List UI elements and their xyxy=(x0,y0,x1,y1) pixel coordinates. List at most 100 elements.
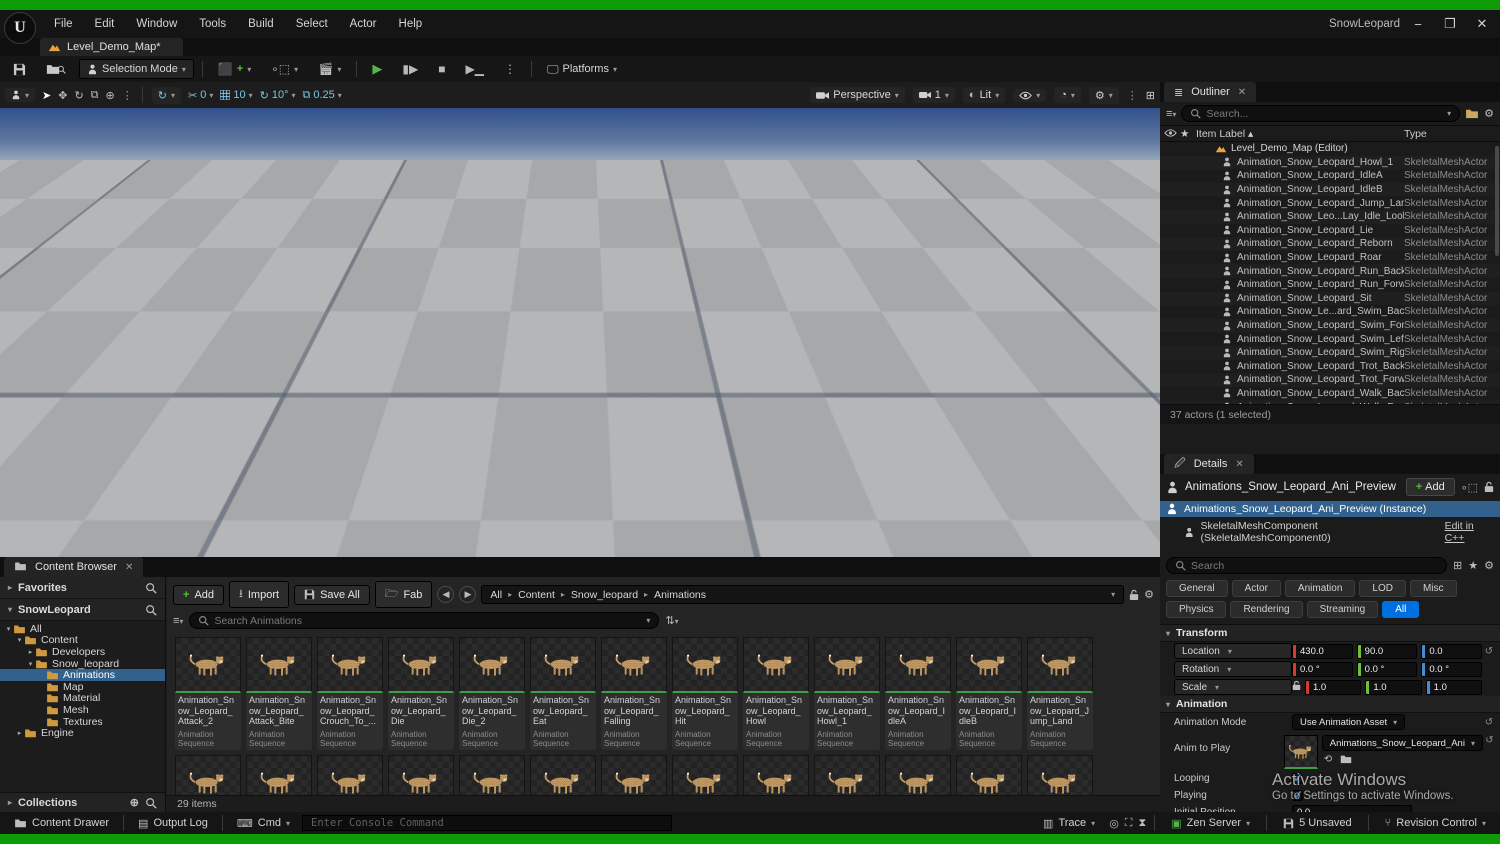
outliner-row[interactable]: Animation_Snow_Leopard_IdleBSkeletalMesh… xyxy=(1160,183,1500,197)
project-search-icon[interactable] xyxy=(145,604,157,616)
save-current-level-button[interactable] xyxy=(6,60,33,79)
console-command-input[interactable]: Enter Console Command xyxy=(302,815,672,831)
folder-developers[interactable]: ▸Developers xyxy=(0,646,165,658)
cb-add-button[interactable]: +Add xyxy=(173,585,224,605)
outliner-row[interactable]: Animation_Snow_Leopard_Swim_LeftSkeletal… xyxy=(1160,332,1500,346)
leopard-actor[interactable] xyxy=(160,266,237,314)
stop-button[interactable]: ■ xyxy=(431,59,452,79)
outliner-row[interactable]: Animation_Snow_Leopard_Howl_1SkeletalMes… xyxy=(1160,156,1500,170)
menu-build[interactable]: Build xyxy=(238,15,284,33)
content-browser-tab[interactable]: Content Browser ✕ xyxy=(4,557,143,577)
asset-tile[interactable]: Animation_Snow_Leopard_HowlAnimation Seq… xyxy=(743,637,809,750)
leopard-actor[interactable] xyxy=(845,212,901,247)
details-tab[interactable]: 🖉 Details ✕ xyxy=(1164,454,1254,474)
rotation-axis-field[interactable]: 0.0 ° xyxy=(1357,662,1418,677)
grid-snap-dropdown[interactable]: 10▾ xyxy=(220,89,252,101)
details-search-input[interactable]: Search xyxy=(1166,557,1447,574)
menu-tools[interactable]: Tools xyxy=(189,15,236,33)
content-browser-icon[interactable] xyxy=(39,60,73,78)
rotation-axis-field[interactable]: 0.0 ° xyxy=(1421,662,1482,677)
details-filter-lod[interactable]: LOD xyxy=(1359,580,1406,597)
details-settings-icon[interactable]: ⚙ xyxy=(1484,559,1494,572)
rotation-axis-field[interactable]: 0.0 ° xyxy=(1292,662,1353,677)
outliner-row[interactable]: Animation_Snow_Leopard_LieSkeletalMeshAc… xyxy=(1160,224,1500,238)
outliner-row[interactable]: Animation_Snow_Leopard_Run_BackwardSkele… xyxy=(1160,264,1500,278)
leopard-actor[interactable] xyxy=(520,166,564,195)
play-frame-skip-button[interactable]: ▮▶ xyxy=(395,59,425,79)
details-favorites-icon[interactable]: ★ xyxy=(1468,559,1478,572)
rotation-dropdown[interactable]: Rotation▾ xyxy=(1174,661,1292,677)
outliner-row[interactable]: Animation_Snow_Le...ard_Swim_BackwardSke… xyxy=(1160,305,1500,319)
favorites-search-icon[interactable] xyxy=(145,582,157,594)
cinematics-button[interactable]: 🎬︎▾ xyxy=(311,59,348,79)
outliner-close-icon[interactable]: ✕ xyxy=(1238,87,1246,98)
transform-reset-icon[interactable]: ↺ xyxy=(1482,646,1496,657)
leopard-actor[interactable] xyxy=(335,182,383,213)
breadcrumb-animations[interactable]: Animations xyxy=(654,589,706,601)
outliner-tab[interactable]: ≣ Outliner ✕ xyxy=(1164,82,1256,102)
screenshot-icon[interactable]: ⛶ xyxy=(1125,817,1133,830)
folder-engine[interactable]: ▸Engine xyxy=(0,727,165,739)
cb-filter-icon[interactable]: ≡▾ xyxy=(173,615,183,627)
initial-position-field[interactable]: 0.0 xyxy=(1292,805,1412,812)
blueprints-button[interactable]: ∘⬚▾ xyxy=(264,59,305,79)
folder-content[interactable]: ▾Content xyxy=(0,635,165,647)
view-mode-dropdown[interactable]: ◐Lit▾ xyxy=(963,87,1005,103)
outliner-row[interactable]: Animation_Snow_Leopard_RoarSkeletalMeshA… xyxy=(1160,251,1500,265)
outliner-row[interactable]: Animation_Snow_Leopard_Walk_ForwardSkele… xyxy=(1160,400,1500,404)
add-component-button[interactable]: +Add xyxy=(1406,478,1455,496)
unsaved-button[interactable]: 5 Unsaved xyxy=(1275,815,1360,831)
level-viewport[interactable]: Z Y X xyxy=(0,108,1160,557)
content-browser-close-icon[interactable]: ✕ xyxy=(125,562,133,573)
details-filter-misc[interactable]: Misc xyxy=(1410,580,1457,597)
rotate-tool[interactable]: ↻ xyxy=(74,89,83,102)
perspective-dropdown[interactable]: Perspective▾ xyxy=(810,87,905,103)
outliner-new-folder-icon[interactable] xyxy=(1465,108,1479,119)
browse-to-asset-icon[interactable] xyxy=(1340,754,1352,767)
project-section[interactable]: ▾SnowLeopard xyxy=(0,599,165,621)
cb-save-all-button[interactable]: Save All xyxy=(294,585,370,605)
outliner-column-header[interactable]: ★ Item Label ▴ Type xyxy=(1160,125,1500,142)
viewport-settings-dropdown[interactable]: ⚙▾ xyxy=(1089,87,1119,104)
leopard-actor[interactable] xyxy=(700,180,750,212)
leopard-actor[interactable] xyxy=(232,306,314,357)
scale-axis-field[interactable]: 1.0 xyxy=(1305,680,1361,695)
outliner-row[interactable]: Animation_Snow_Leopard_Trot_ForwardSkele… xyxy=(1160,373,1500,387)
leopard-actor[interactable] xyxy=(748,350,844,409)
trace-dropdown[interactable]: ▥Trace▾ xyxy=(1035,815,1103,832)
outliner-row[interactable]: Animation_Snow_Leopard_SitSkeletalMeshAc… xyxy=(1160,292,1500,306)
quad-view-toggle[interactable]: ⊞ xyxy=(1146,89,1155,102)
outliner-row[interactable]: Animation_Snow_Leopard_Swim_ForwardSkele… xyxy=(1160,319,1500,333)
folder-textures[interactable]: Textures xyxy=(0,716,165,728)
close-button[interactable]: ✕ xyxy=(1468,16,1496,32)
cb-forward-button[interactable]: ▶ xyxy=(459,586,476,603)
details-display-icon[interactable]: ⊞ xyxy=(1453,559,1462,572)
play-options-button[interactable]: ⋮ xyxy=(497,59,523,79)
camera-speed-dropdown[interactable]: 1▾ xyxy=(913,87,955,103)
move-tool[interactable]: ✥ xyxy=(58,89,67,102)
cb-import-button[interactable]: ⭳Import xyxy=(229,581,289,608)
cb-sort-icon[interactable]: ⇅▾ xyxy=(665,614,678,627)
favorites-section[interactable]: ▸Favorites xyxy=(0,577,165,599)
leopard-actor[interactable] xyxy=(545,226,605,264)
scale-axis-field[interactable]: 1.0 xyxy=(1365,680,1421,695)
breadcrumb[interactable]: All▸Content▸Snow_leopard▸Animations▾ xyxy=(481,585,1124,604)
cb-lock-icon[interactable] xyxy=(1129,589,1139,601)
cb-back-button[interactable]: ◀ xyxy=(437,586,454,603)
leopard-actor[interactable] xyxy=(300,224,358,261)
outliner-row[interactable]: Animation_Snow_Leopard_Trot_BackwardSkel… xyxy=(1160,360,1500,374)
details-lock-icon[interactable] xyxy=(1484,481,1494,493)
playing-checkbox[interactable] xyxy=(1292,790,1303,801)
select-tool[interactable]: ➤ xyxy=(42,89,51,102)
blueprint-convert-icon[interactable]: ∘⬚ xyxy=(1461,481,1478,494)
details-filter-streaming[interactable]: Streaming xyxy=(1307,601,1379,618)
scale-snap-dropdown[interactable]: ⧉ 0.25▾ xyxy=(302,89,341,102)
anim-asset-dropdown[interactable]: Animations_Snow_Leopard_Ani▾ xyxy=(1322,735,1483,751)
breadcrumb-content[interactable]: Content xyxy=(518,589,555,601)
details-component-row[interactable]: SkeletalMeshComponent (SkeletalMeshCompo… xyxy=(1160,518,1500,547)
asset-tile[interactable]: Animation_Snow_Leopard_Howl_1Animation S… xyxy=(814,637,880,750)
folder-animations[interactable]: Animations xyxy=(0,669,165,681)
details-filter-actor[interactable]: Actor xyxy=(1232,580,1281,597)
anim-asset-reset-icon[interactable]: ↺ xyxy=(1483,735,1496,746)
rotation-snap-dropdown[interactable]: ↻ 10°▾ xyxy=(260,89,296,102)
